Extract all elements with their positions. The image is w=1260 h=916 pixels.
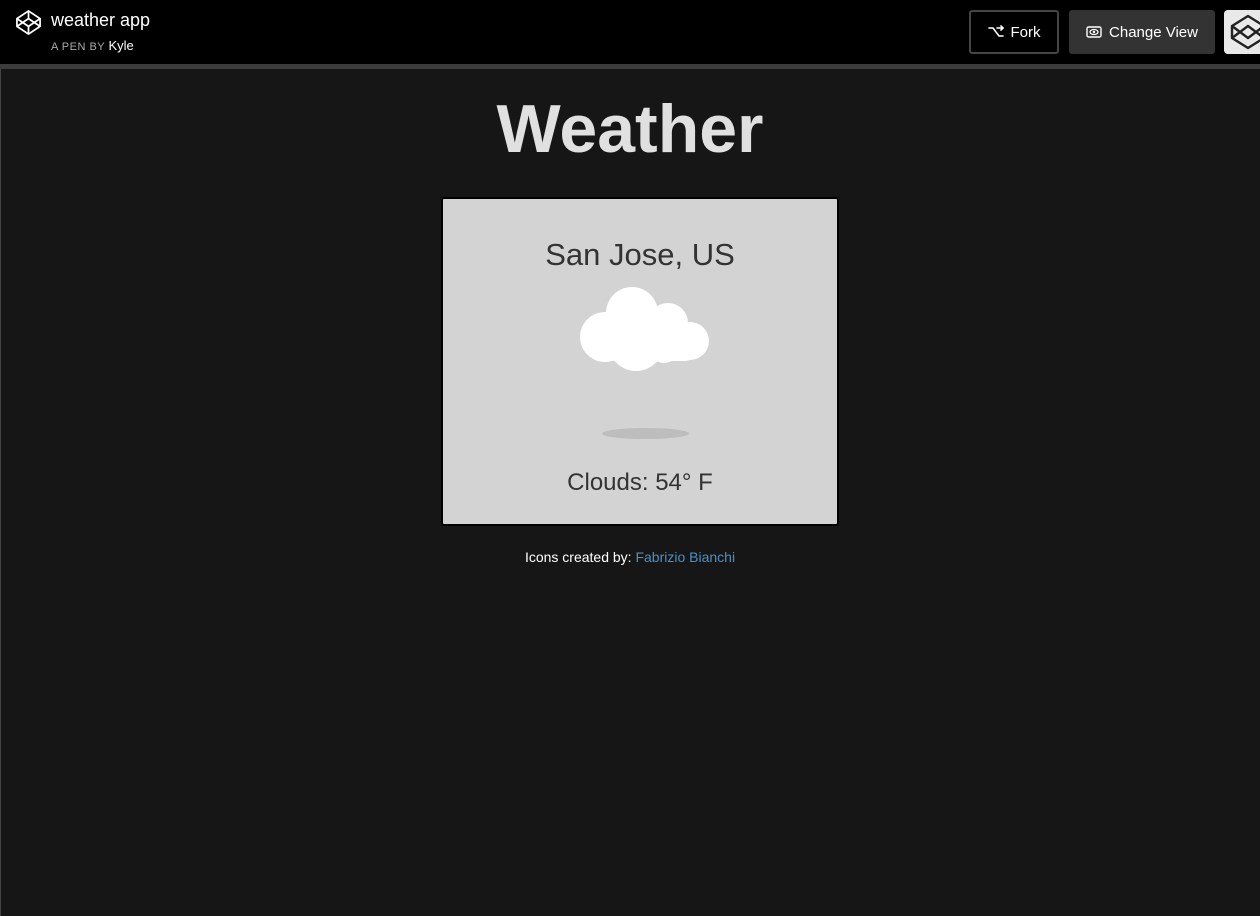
pen-title: weather app [51,10,151,30]
avatar[interactable] [1224,10,1260,54]
top-bar: weather app A PEN BY Kyle Fork Change Vi… [0,0,1260,64]
eye-icon [1086,26,1102,38]
top-bar-divider [0,64,1260,69]
author-link[interactable]: Kyle [109,38,134,53]
fork-icon [987,25,1004,37]
codepen-logo-icon[interactable] [15,9,42,36]
pen-by-line: A PEN BY Kyle [51,38,134,53]
cloud-shadow [602,428,689,439]
fork-label: Fork [1010,23,1041,41]
cloud-icon [580,287,709,371]
weather-card: San Jose, US Clouds: 54° F [441,197,839,526]
change-view-button[interactable]: Change View [1069,10,1215,54]
page-title: Weather [496,91,764,167]
conditions-label: Clouds: 54° F [567,469,713,496]
credits-prefix: Icons created by: [524,549,632,565]
page-edge [0,69,1,916]
change-view-label: Change View [1109,23,1198,41]
icon-credits: Icons created by: Fabrizio Bianchi [0,549,1260,565]
location-label: San Jose, US [545,237,735,272]
fork-button[interactable]: Fork [969,10,1059,54]
credits-link[interactable]: Fabrizio Bianchi [635,549,735,565]
pen-by-prefix: A PEN BY [51,41,105,53]
